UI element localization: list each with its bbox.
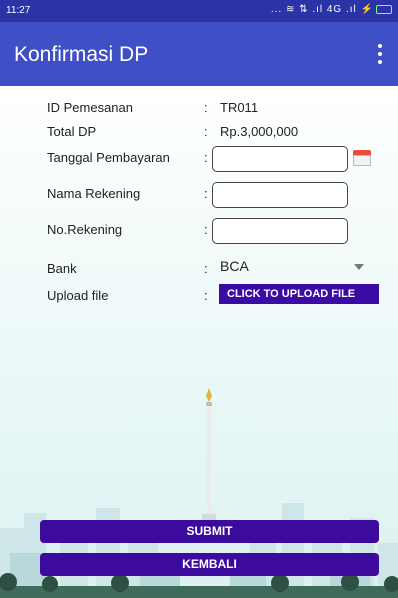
battery-icon [376, 4, 392, 14]
account-name-row: Nama Rekening : [47, 182, 387, 208]
account-number-label: No.Rekening [47, 222, 123, 237]
app-bar: Konfirmasi DP [0, 22, 398, 86]
payment-date-label: Tanggal Pembayaran [47, 150, 170, 165]
signal-icons: ... ≋ ⇅ .ıl 4G .ıl ⚡ [270, 4, 374, 15]
account-name-label: Nama Rekening [47, 186, 141, 201]
submit-button[interactable]: SUBMIT [40, 520, 379, 543]
upload-row: Upload file : CLICK TO UPLOAD FILE [47, 284, 387, 308]
total-dp-value: Rp.3,000,000 [220, 124, 299, 139]
calendar-icon[interactable] [353, 150, 371, 166]
total-dp-label: Total DP [47, 124, 97, 139]
order-id-value: TR011 [220, 100, 259, 115]
account-name-field[interactable] [212, 182, 348, 208]
upload-file-button[interactable]: CLICK TO UPLOAD FILE [219, 284, 379, 304]
upload-label: Upload file [47, 288, 109, 303]
account-number-row: No.Rekening : [47, 218, 387, 244]
total-dp-row: Total DP : Rp.3,000,000 [47, 120, 387, 144]
account-number-field[interactable] [212, 218, 348, 244]
colon: : [204, 288, 208, 303]
status-time: 11:27 [6, 5, 31, 16]
payment-date-field[interactable] [212, 146, 348, 172]
order-id-row: ID Pemesanan : TR011 [47, 96, 387, 120]
overflow-menu-icon[interactable] [372, 42, 388, 66]
status-bar: 11:27 ... ≋ ⇅ .ıl 4G .ıl ⚡ [0, 0, 398, 22]
colon: : [204, 222, 208, 237]
colon: : [204, 100, 208, 115]
chevron-down-icon[interactable] [354, 264, 364, 270]
status-icons: ... ≋ ⇅ .ıl 4G .ıl ⚡ [271, 4, 392, 15]
page-title: Konfirmasi DP [14, 43, 149, 66]
colon: : [204, 150, 208, 165]
bank-label: Bank [47, 261, 77, 276]
order-id-label: ID Pemesanan [47, 100, 133, 115]
payment-date-row: Tanggal Pembayaran : [47, 146, 387, 172]
colon: : [204, 186, 208, 201]
bank-row: Bank : BCA [47, 256, 387, 280]
monas-monument-illustration [202, 388, 216, 528]
colon: : [204, 261, 208, 276]
bank-dropdown[interactable]: BCA [220, 258, 249, 274]
back-button[interactable]: KEMBALI [40, 553, 379, 576]
colon: : [204, 124, 208, 139]
